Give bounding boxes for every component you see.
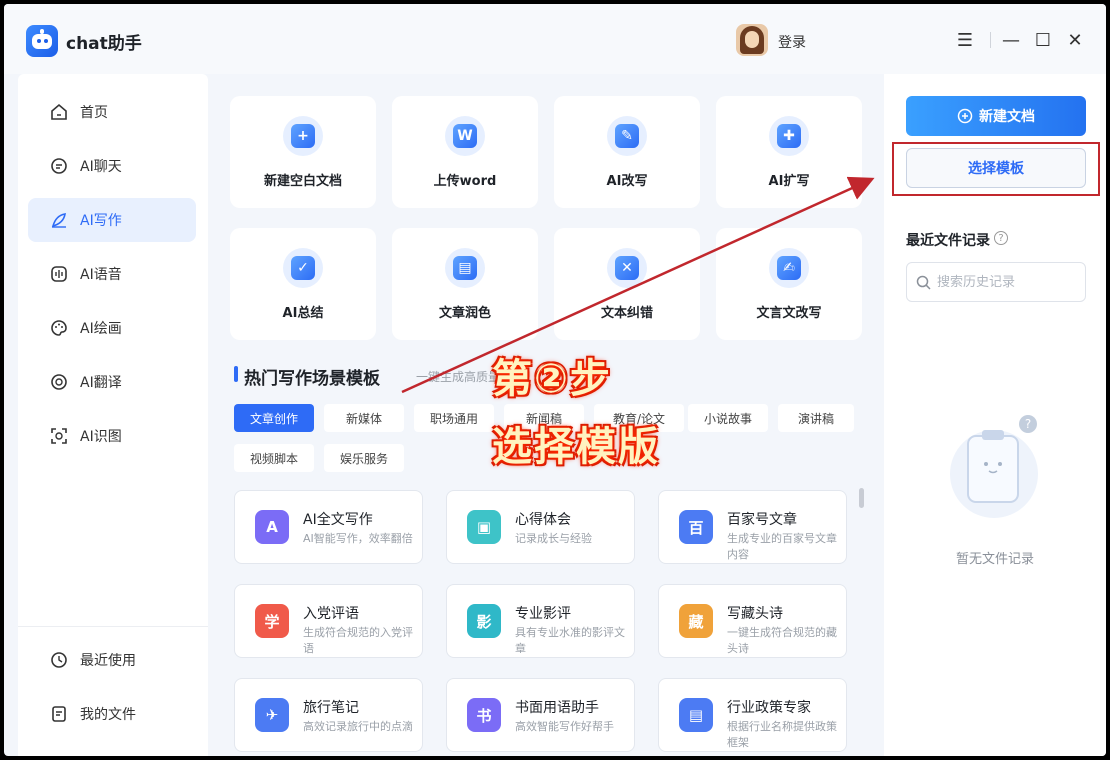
sidebar-item-home[interactable]: 首页 <box>28 90 196 134</box>
scrollbar-thumb[interactable] <box>859 488 864 508</box>
search-box[interactable] <box>906 262 1086 302</box>
search-icon <box>916 275 931 290</box>
empty-state-text: 暂无文件记录 <box>955 552 1034 567</box>
summary-icon: ✓ <box>283 248 323 288</box>
voice-icon <box>50 265 68 283</box>
annotation-step-action: 选择模版 <box>492 424 660 470</box>
add-doc-icon: + <box>283 116 323 156</box>
template-icon: 学 <box>255 604 289 638</box>
sidebar-item-label: AI翻译 <box>80 375 122 391</box>
section-subtitle: 一键生成高质量 <box>416 370 501 384</box>
template-icon: ✈ <box>255 698 289 732</box>
app-name: chat助手 <box>66 34 142 54</box>
sidebar: 首页 AI聊天 AI写作 AI语音 AI绘画 AI翻译 AI识图 最近使用 我的… <box>18 74 208 756</box>
template-card[interactable]: 藏 写藏头诗 一键生成符合规范的藏头诗 <box>658 584 847 658</box>
sidebar-item-label: 我的文件 <box>80 707 136 723</box>
section-title: 热门写作场景模板 <box>244 369 380 389</box>
category-tab[interactable]: 娱乐服务 <box>324 444 404 472</box>
template-icon: 百 <box>679 510 713 544</box>
classical-icon: ✍ <box>769 248 809 288</box>
template-icon: 影 <box>467 604 501 638</box>
section-accent-bar <box>234 366 238 382</box>
word-icon: W <box>445 116 485 156</box>
plus-circle-icon <box>957 108 973 124</box>
highlight-box <box>892 142 1100 196</box>
help-icon[interactable]: ? <box>994 231 1008 245</box>
template-icon: 书 <box>467 698 501 732</box>
tool-upload-word[interactable]: W 上传word <box>392 96 538 208</box>
template-card[interactable]: ▤ 行业政策专家 根据行业名称提供政策框架 <box>658 678 847 752</box>
sidebar-item-label: AI聊天 <box>80 159 122 175</box>
sidebar-item-label: 最近使用 <box>80 653 136 669</box>
svg-text:?: ? <box>1025 417 1031 431</box>
tool-ai-summary[interactable]: ✓ AI总结 <box>230 228 376 340</box>
template-icon: ▣ <box>467 510 501 544</box>
template-card[interactable]: ✈ 旅行笔记 高效记录旅行中的点滴 <box>234 678 423 752</box>
template-card[interactable]: 百 百家号文章 生成专业的百家号文章内容 <box>658 490 847 564</box>
tool-proofread[interactable]: ✕ 文本纠错 <box>554 228 700 340</box>
recent-files-title: 最近文件记录 <box>906 233 990 249</box>
template-card[interactable]: 书 书面用语助手 高效智能写作好帮手 <box>446 678 635 752</box>
rewrite-icon: ✎ <box>607 116 647 156</box>
template-icon: 藏 <box>679 604 713 638</box>
sidebar-item-recent[interactable]: 最近使用 <box>28 638 196 682</box>
app-logo-icon <box>26 25 58 57</box>
right-panel: 新建文档 选择模板 最近文件记录 ? ? 暂无文件记录 <box>884 74 1106 756</box>
tool-ai-expand[interactable]: ✚ AI扩写 <box>716 96 862 208</box>
palette-icon <box>50 319 68 337</box>
chat-icon <box>50 157 68 175</box>
menu-icon[interactable]: ☰ <box>951 26 979 54</box>
category-tab[interactable]: 文章创作 <box>234 404 314 432</box>
scan-icon <box>50 427 68 445</box>
template-card[interactable]: 影 专业影评 具有专业水准的影评文章 <box>446 584 635 658</box>
sidebar-item-my-files[interactable]: 我的文件 <box>28 692 196 736</box>
category-tab[interactable]: 职场通用 <box>414 404 494 432</box>
category-tab[interactable]: 演讲稿 <box>778 404 854 432</box>
sidebar-divider <box>18 626 208 627</box>
empty-clipboard-icon: ? <box>950 415 1038 518</box>
template-card[interactable]: ▣ 心得体会 记录成长与经验 <box>446 490 635 564</box>
sidebar-item-writing[interactable]: AI写作 <box>28 198 196 242</box>
template-icon: ▤ <box>679 698 713 732</box>
maximize-icon[interactable]: ☐ <box>1029 26 1057 54</box>
home-icon <box>50 103 68 121</box>
minimize-icon[interactable]: — <box>997 26 1025 54</box>
polish-icon: ▤ <box>445 248 485 288</box>
tool-ai-rewrite[interactable]: ✎ AI改写 <box>554 96 700 208</box>
proofread-icon: ✕ <box>607 248 647 288</box>
pen-icon <box>50 211 68 229</box>
sidebar-item-voice[interactable]: AI语音 <box>28 252 196 296</box>
translate-icon <box>50 373 68 391</box>
sidebar-item-label: AI绘画 <box>80 321 122 337</box>
sidebar-item-chat[interactable]: AI聊天 <box>28 144 196 188</box>
search-input[interactable] <box>937 272 1077 292</box>
file-icon <box>50 705 68 723</box>
template-card[interactable]: A AI全文写作 AI智能写作，效率翻倍 <box>234 490 423 564</box>
sidebar-item-paint[interactable]: AI绘画 <box>28 306 196 350</box>
tool-polish[interactable]: ▤ 文章润色 <box>392 228 538 340</box>
template-icon: A <box>255 510 289 544</box>
tool-new-blank-doc[interactable]: + 新建空白文档 <box>230 96 376 208</box>
category-tab[interactable]: 视频脚本 <box>234 444 314 472</box>
divider <box>990 32 991 48</box>
sidebar-item-label: 首页 <box>80 105 108 121</box>
login-link[interactable]: 登录 <box>778 32 806 52</box>
annotation-step-label: 第②步 <box>492 356 612 402</box>
sidebar-item-recognize[interactable]: AI识图 <box>28 414 196 458</box>
avatar[interactable] <box>736 24 768 56</box>
title-bar: chat助手 登录 ☰ — ☐ ✕ <box>4 4 1106 74</box>
sidebar-item-translate[interactable]: AI翻译 <box>28 360 196 404</box>
category-tab[interactable]: 新媒体 <box>324 404 404 432</box>
category-tab[interactable]: 小说故事 <box>688 404 768 432</box>
clock-icon <box>50 651 68 669</box>
sidebar-item-label: AI识图 <box>80 429 122 445</box>
template-card[interactable]: 学 入党评语 生成符合规范的入党评语 <box>234 584 423 658</box>
new-document-button[interactable]: 新建文档 <box>906 96 1086 136</box>
expand-icon: ✚ <box>769 116 809 156</box>
sidebar-item-label: AI写作 <box>80 213 122 229</box>
sidebar-item-label: AI语音 <box>80 267 122 283</box>
close-icon[interactable]: ✕ <box>1061 26 1089 54</box>
tool-classical-rewrite[interactable]: ✍ 文言文改写 <box>716 228 862 340</box>
